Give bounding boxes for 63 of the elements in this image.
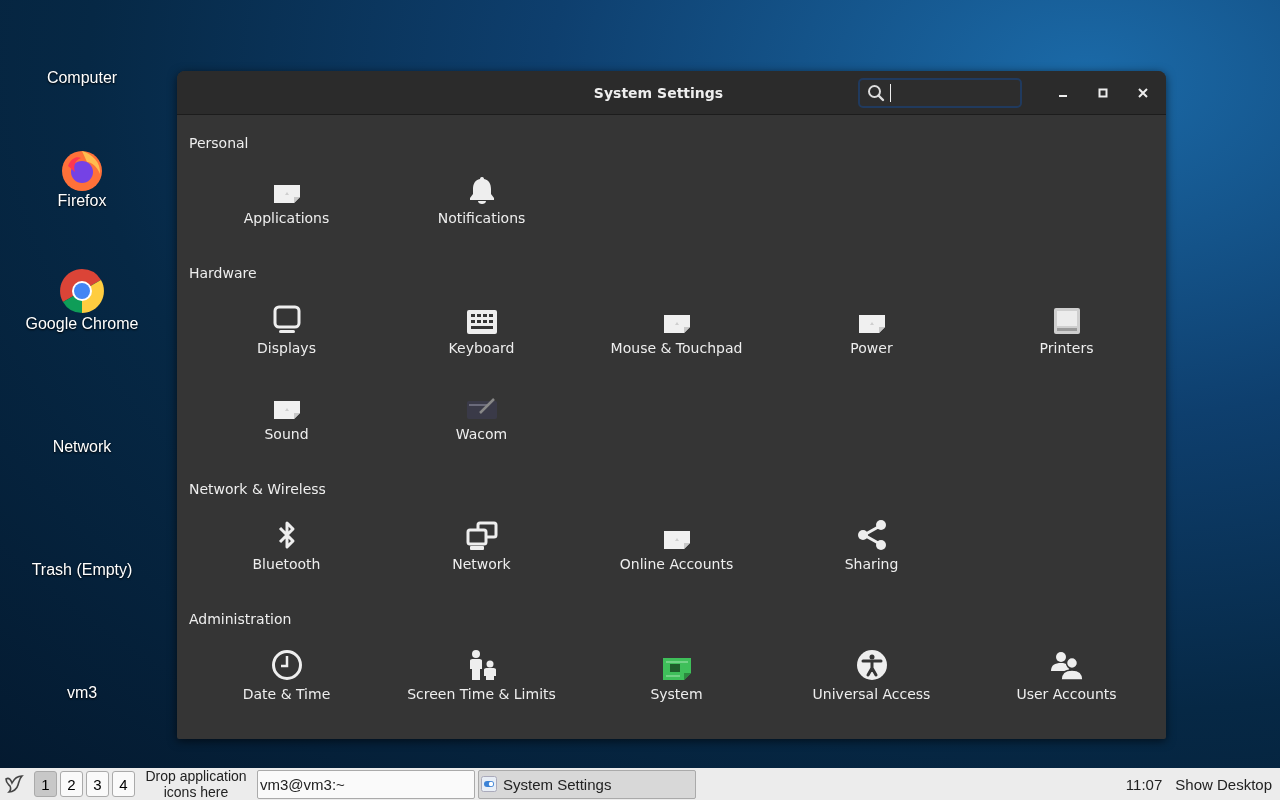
settings-item-label[interactable]: Bluetooth: [252, 555, 321, 573]
section-heading: Personal: [189, 134, 249, 153]
workspace-button[interactable]: 2: [60, 771, 83, 797]
image-placeholder-icon[interactable]: [271, 183, 302, 205]
monitor-icon[interactable]: [271, 305, 302, 335]
settings-item-label[interactable]: Applications: [243, 209, 330, 227]
section-heading: Administration: [189, 610, 292, 629]
settings-item-label[interactable]: Notifications: [437, 209, 526, 227]
settings-item-label[interactable]: Printers: [1039, 339, 1094, 357]
settings-item-label[interactable]: Screen Time & Limits: [407, 685, 556, 703]
settings-item-label[interactable]: Universal Access: [812, 685, 931, 703]
bell-icon[interactable]: [467, 175, 496, 205]
search-field[interactable]: [858, 77, 1022, 108]
window-title: System Settings: [592, 84, 725, 101]
settings-item-label[interactable]: Online Accounts: [619, 555, 734, 573]
share-icon[interactable]: [855, 519, 888, 551]
settings-item-label[interactable]: Sharing: [844, 555, 899, 573]
settings-item-label[interactable]: User Accounts: [1016, 685, 1117, 703]
clock-icon[interactable]: [270, 649, 303, 681]
settings-item-label[interactable]: Network: [452, 555, 511, 573]
launcher-hint: Drop application icons here: [144, 768, 248, 800]
desktop-icon-label[interactable]: Trash (Empty): [31, 561, 133, 579]
image-placeholder-icon[interactable]: [661, 313, 692, 335]
desktop-icon-label[interactable]: Google Chrome: [25, 315, 139, 333]
bird-icon[interactable]: [3, 773, 25, 795]
circuit-board-icon[interactable]: [661, 657, 692, 681]
close-icon: [1138, 87, 1148, 98]
section-heading: Hardware: [189, 264, 257, 283]
users-icon[interactable]: [1049, 651, 1084, 681]
clock-text[interactable]: 11:07: [1125, 775, 1163, 793]
task-button[interactable]: vm3@vm3:~: [257, 769, 475, 799]
toggle-icon: [481, 776, 497, 792]
settings-item-label[interactable]: Sound: [264, 425, 309, 443]
image-placeholder-icon[interactable]: [661, 529, 692, 551]
pen-tablet-icon[interactable]: [465, 395, 498, 421]
printer-icon[interactable]: [1052, 307, 1081, 335]
desktop-icon-label[interactable]: Firefox: [57, 192, 107, 210]
settings-item-label[interactable]: Keyboard: [448, 339, 515, 357]
settings-item-label[interactable]: Date & Time: [242, 685, 331, 703]
keyboard-icon[interactable]: [465, 309, 498, 335]
minimize-icon: [1059, 95, 1067, 97]
desktop-icon-label[interactable]: vm3: [66, 684, 98, 702]
settings-item-label[interactable]: Displays: [257, 339, 316, 357]
settings-item-label[interactable]: System: [650, 685, 703, 703]
network-computers-icon[interactable]: [465, 521, 498, 551]
desktop-icon-label[interactable]: Network: [52, 438, 112, 456]
text-cursor: [890, 83, 891, 102]
workspace-button[interactable]: 3: [86, 771, 109, 797]
accessibility-icon[interactable]: [855, 649, 888, 681]
maximize-icon: [1098, 87, 1108, 98]
settings-item-label[interactable]: Power: [850, 339, 893, 357]
image-placeholder-icon[interactable]: [271, 399, 302, 421]
image-placeholder-icon[interactable]: [856, 313, 887, 335]
show-desktop-button[interactable]: Show Desktop: [1175, 775, 1272, 793]
chrome-circle-icon[interactable]: [58, 267, 106, 315]
workspace-button[interactable]: 4: [112, 771, 135, 797]
search-icon: [867, 83, 885, 102]
desktop-icon-label[interactable]: Computer: [46, 69, 118, 87]
workspace-button[interactable]: 1: [34, 771, 57, 797]
task-button[interactable]: System Settings: [478, 769, 696, 799]
settings-item-label[interactable]: Wacom: [455, 425, 508, 443]
section-heading: Network & Wireless: [189, 480, 326, 499]
settings-item-label[interactable]: Mouse & Touchpad: [610, 339, 743, 357]
